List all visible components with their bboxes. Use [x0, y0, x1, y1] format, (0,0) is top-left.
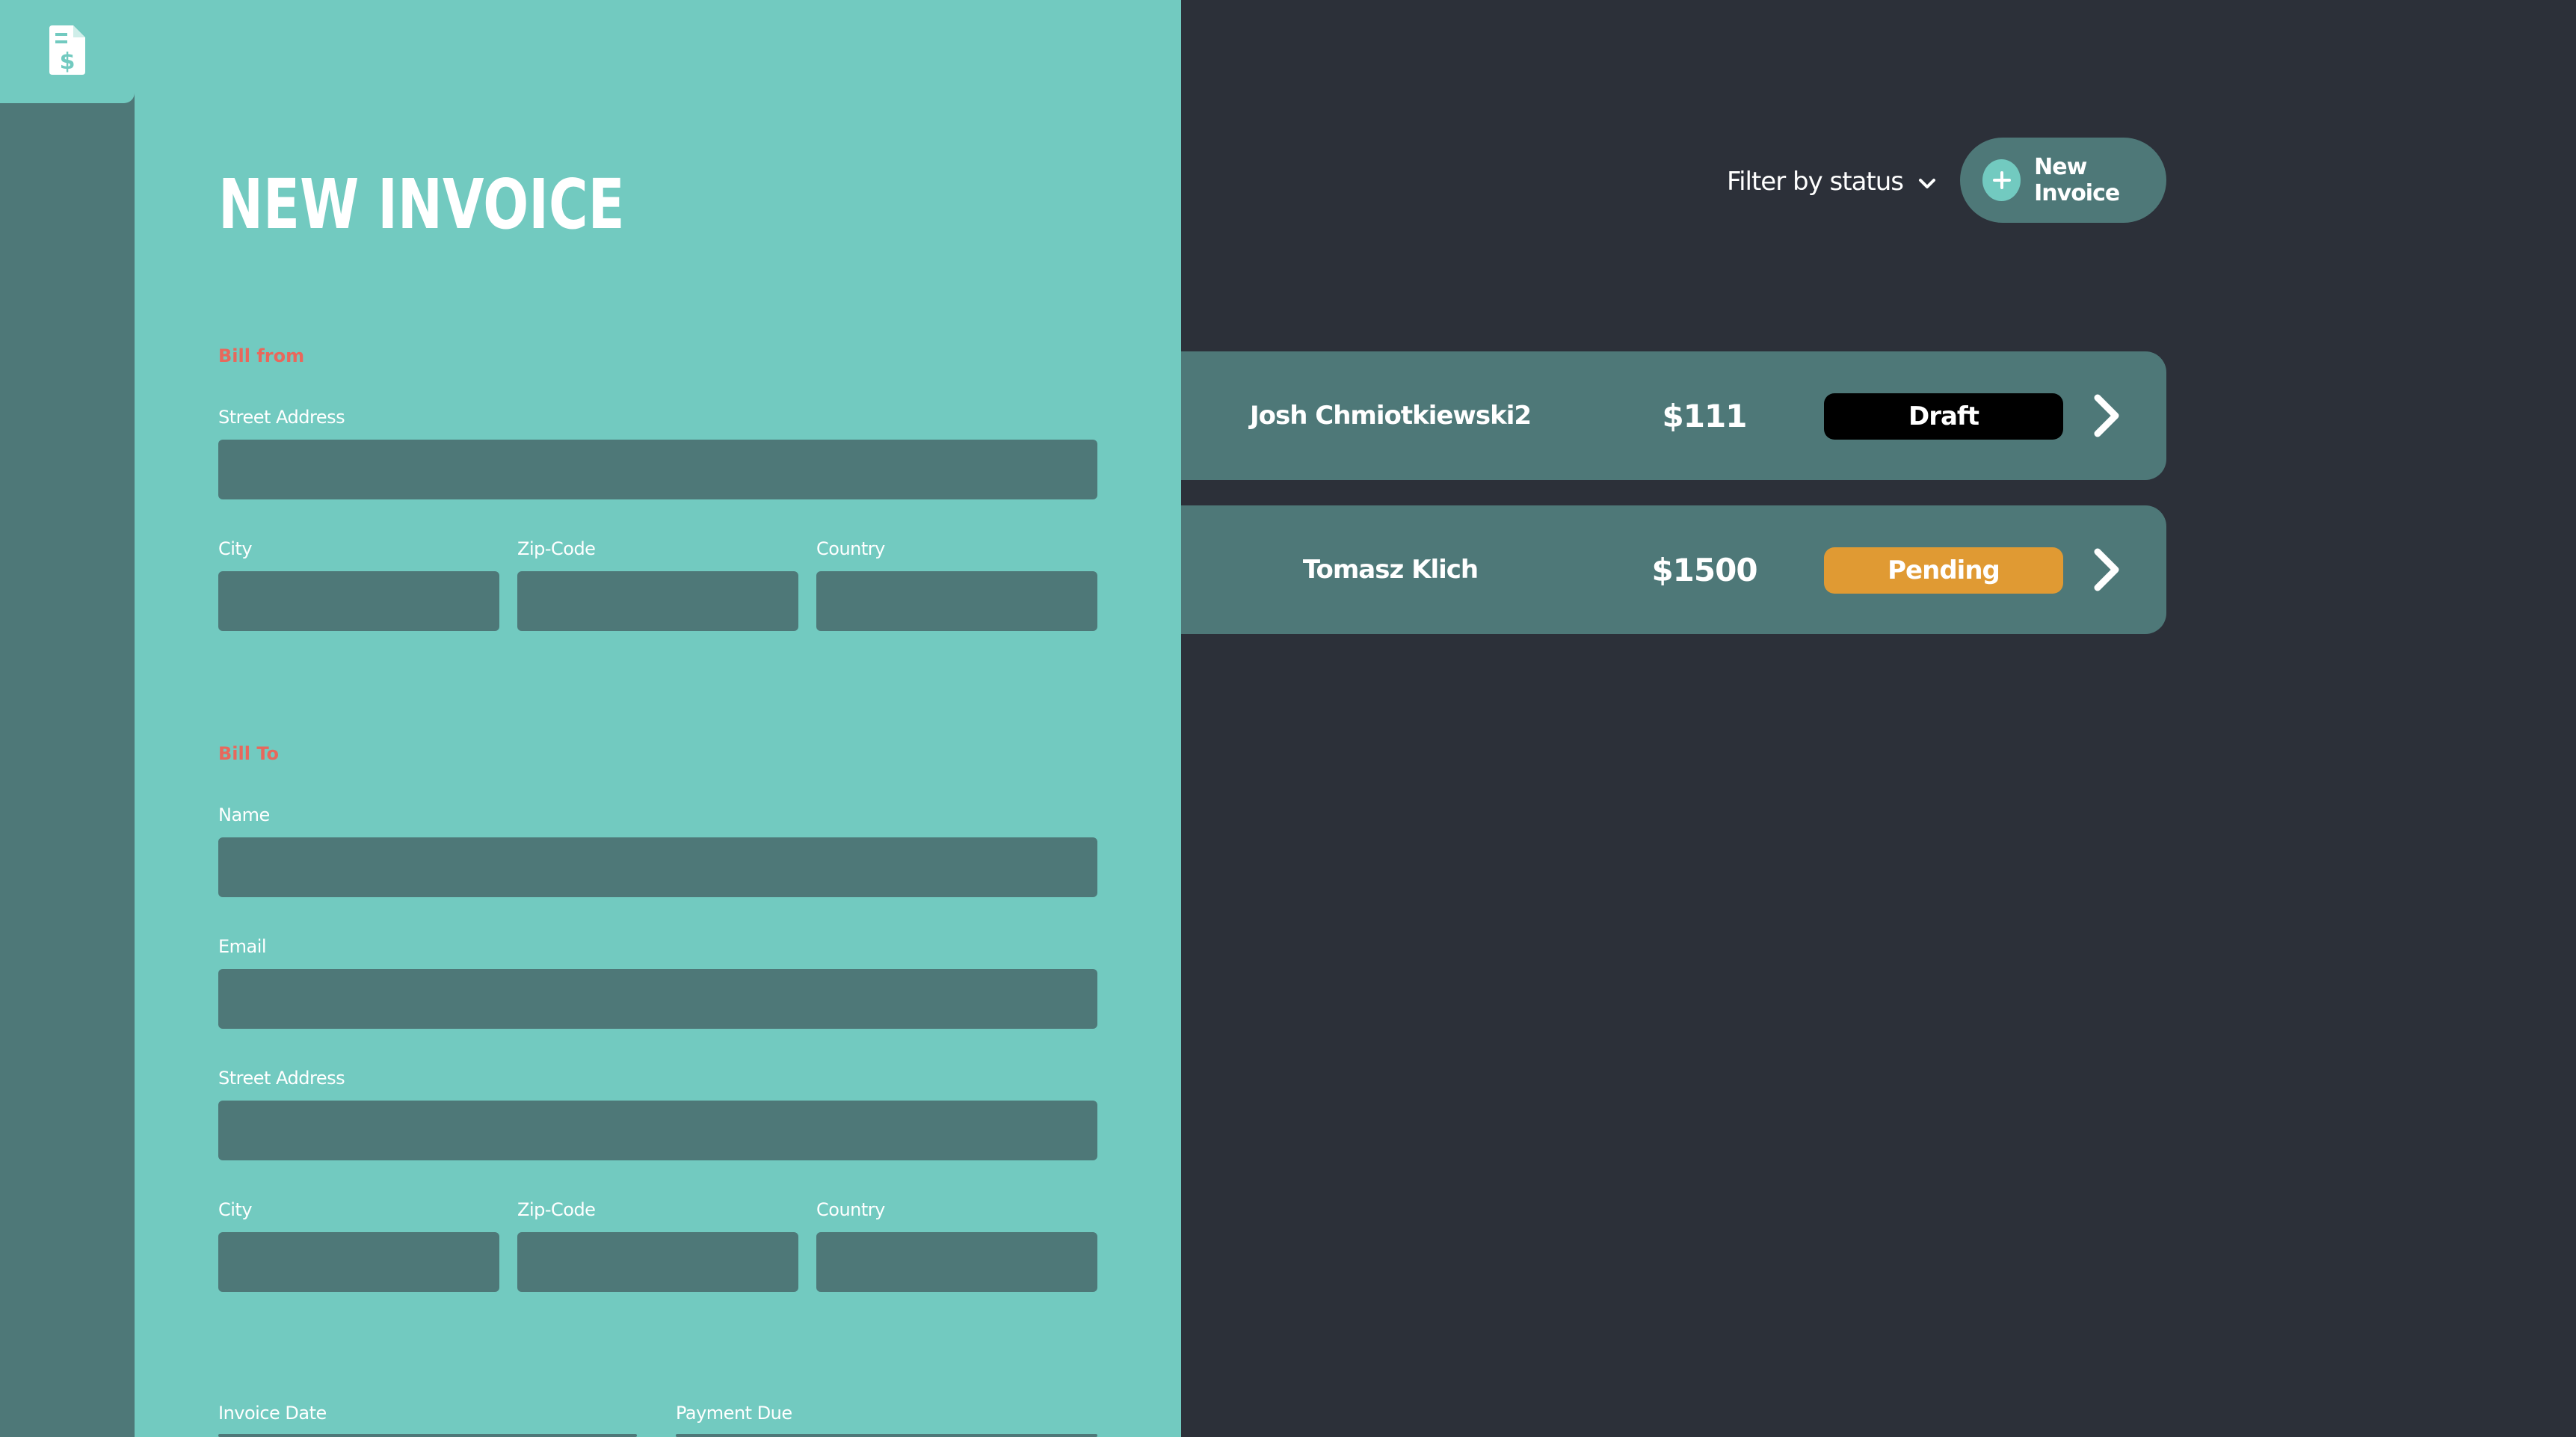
bill-from-section-label: Bill from — [218, 345, 305, 366]
bill-to-street-input[interactable] — [218, 1101, 1097, 1160]
bill-from-city-label: City — [218, 538, 253, 559]
invoice-dollar-icon: $ — [49, 25, 85, 79]
bill-to-section-label: Bill To — [218, 743, 279, 764]
invoice-amount: $1500 — [1651, 551, 1757, 588]
bill-to-city-label: City — [218, 1199, 253, 1220]
chevron-right-icon[interactable] — [2084, 544, 2129, 595]
bill-from-street-label: Street Address — [218, 407, 345, 428]
bill-from-zip-input[interactable] — [517, 571, 798, 631]
svg-text:$: $ — [60, 49, 76, 75]
bill-from-zip-label: Zip-Code — [517, 538, 596, 559]
status-badge: Pending — [1824, 547, 2063, 594]
invoice-amount: $111 — [1662, 397, 1748, 434]
form-title: NEW INVOICE — [218, 164, 625, 244]
bill-to-country-input[interactable] — [816, 1232, 1097, 1292]
bill-to-email-input[interactable] — [218, 969, 1097, 1029]
client-name: Tomasz Klich — [1302, 555, 1479, 585]
bill-to-name-input[interactable] — [218, 837, 1097, 897]
invoice-row[interactable]: Josh Chmiotkiewski2 $111 Draft — [1166, 351, 2166, 480]
sidebar: $ — [0, 0, 135, 1437]
logo-button[interactable]: $ — [0, 0, 135, 103]
bill-to-country-label: Country — [816, 1199, 885, 1220]
invoice-date-input[interactable] — [218, 1434, 637, 1437]
plus-icon — [1982, 159, 2021, 201]
bill-to-zip-input[interactable] — [517, 1232, 798, 1292]
bill-from-country-input[interactable] — [816, 571, 1097, 631]
bill-to-zip-label: Zip-Code — [517, 1199, 596, 1220]
client-name: Josh Chmiotkiewski2 — [1249, 401, 1532, 431]
bill-from-country-label: Country — [816, 538, 885, 559]
invoice-app: $ Filter by status New Invoice Josh Chmi… — [0, 0, 2576, 1437]
filter-by-status-dropdown[interactable]: Filter by status — [1727, 163, 1936, 200]
payment-due-label: Payment Due — [676, 1403, 792, 1424]
bill-to-street-label: Street Address — [218, 1068, 345, 1089]
filter-label: Filter by status — [1727, 167, 1904, 197]
bill-from-city-input[interactable] — [218, 571, 499, 631]
chevron-right-icon[interactable] — [2084, 390, 2129, 441]
invoice-date-label: Invoice Date — [218, 1403, 327, 1424]
invoice-row[interactable]: Tomasz Klich $1500 Pending — [1166, 505, 2166, 634]
new-invoice-button[interactable]: New Invoice — [1960, 138, 2166, 223]
new-invoice-form-panel: NEW INVOICE Bill from Street Address Cit… — [135, 0, 1181, 1437]
payment-due-input[interactable] — [676, 1434, 1097, 1437]
status-badge: Draft — [1824, 393, 2063, 440]
bill-to-name-label: Name — [218, 804, 270, 825]
bill-from-street-input[interactable] — [218, 440, 1097, 499]
bill-to-email-label: Email — [218, 936, 267, 957]
new-invoice-label: New Invoice — [2034, 154, 2120, 206]
chevron-down-icon — [1918, 167, 1936, 197]
bill-to-city-input[interactable] — [218, 1232, 499, 1292]
